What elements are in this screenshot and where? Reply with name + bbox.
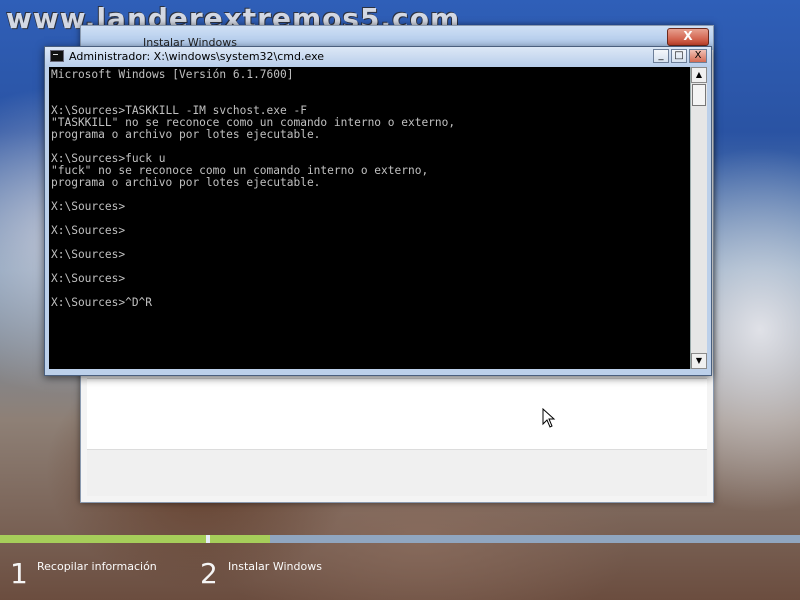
console-icon[interactable]: [50, 50, 64, 62]
maximize-button[interactable]: □: [671, 49, 687, 63]
console-output[interactable]: Microsoft Windows [Versión 6.1.7600] X:\…: [49, 67, 691, 309]
vertical-scrollbar[interactable]: ▲ ▼: [690, 67, 707, 369]
cmd-titlebar[interactable]: Administrador: X:\windows\system32\cmd.e…: [45, 47, 711, 67]
step-2-label: Instalar Windows: [228, 560, 322, 573]
setup-progress-bar: [0, 535, 800, 543]
setup-steps: 1 Recopilar información 2 Instalar Windo…: [0, 543, 800, 600]
step-2-number: 2: [200, 557, 218, 590]
scroll-thumb[interactable]: [692, 84, 706, 106]
installer-close-button[interactable]: X: [667, 28, 709, 46]
scroll-up-button[interactable]: ▲: [691, 67, 707, 83]
scroll-down-button[interactable]: ▼: [691, 353, 707, 369]
cmd-title: Administrador: X:\windows\system32\cmd.e…: [69, 50, 325, 63]
step-1-number: 1: [10, 557, 28, 590]
close-button[interactable]: X: [689, 49, 707, 63]
minimize-button[interactable]: _: [653, 49, 669, 63]
console-area[interactable]: Microsoft Windows [Versión 6.1.7600] X:\…: [49, 67, 691, 369]
installer-content-area: [87, 378, 707, 449]
cmd-window: Administrador: X:\windows\system32\cmd.e…: [44, 46, 712, 376]
installer-footer: [87, 449, 707, 496]
progress-step-2-fill: [210, 535, 270, 543]
progress-step-1-fill: [0, 535, 206, 543]
mouse-cursor-icon: [542, 408, 556, 428]
step-1-label: Recopilar información: [37, 560, 157, 573]
